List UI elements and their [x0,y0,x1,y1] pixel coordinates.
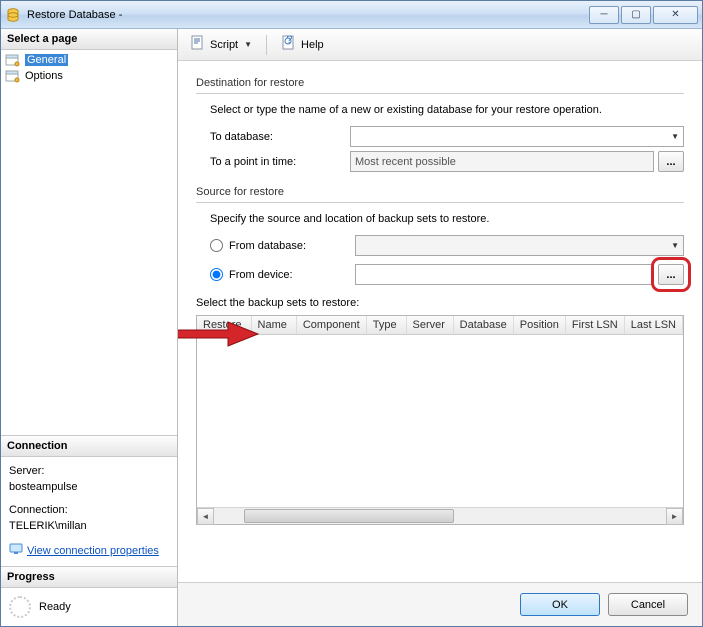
chevron-down-icon: ▼ [671,241,679,250]
maximize-button[interactable]: ▢ [621,6,651,24]
from-database-label: From database: [229,240,355,252]
divider [196,93,684,94]
col-database[interactable]: Database [454,316,514,334]
progress-status: Ready [39,601,71,613]
cancel-button[interactable]: Cancel [608,593,688,616]
sidebar-item-options[interactable]: Options [3,68,175,84]
scroll-thumb[interactable] [244,509,454,523]
help-label: Help [301,39,324,51]
toolbar-separator [266,35,267,55]
app-icon [5,7,21,23]
destination-instruction: Select or type the name of a new or exis… [210,104,684,116]
help-button[interactable]: ? Help [277,33,328,56]
select-page-header: Select a page [1,29,177,50]
chevron-down-icon: ▼ [244,40,252,49]
dialog-window: Restore Database - ─ ▢ ✕ Select a page G… [0,0,703,627]
grid-body [197,335,683,507]
divider [196,202,684,203]
connection-header: Connection [1,436,177,457]
page-list: General Options [1,50,177,435]
help-icon: ? [281,35,297,54]
backup-sets-label: Select the backup sets to restore: [196,297,684,309]
script-icon [190,35,206,54]
from-device-label: From device: [229,269,355,281]
scroll-left-icon[interactable]: ◄ [197,508,214,525]
from-device-radio[interactable] [210,268,223,281]
source-instruction: Specify the source and location of backu… [210,213,684,225]
monitor-icon [9,543,23,561]
page-icon [5,53,21,67]
progress-header: Progress [1,567,177,588]
grid-header: Restore Name Component Type Server Datab… [197,316,683,335]
progress-spinner-icon [9,596,31,618]
col-type[interactable]: Type [367,316,407,334]
from-database-combo: ▼ [355,235,684,256]
sidebar: Select a page General Options Connection… [1,29,178,626]
server-value: bosteampulse [9,479,169,496]
connection-label: Connection: [9,502,169,519]
from-database-radio[interactable] [210,239,223,252]
minimize-button[interactable]: ─ [589,6,619,24]
col-component[interactable]: Component [297,316,367,334]
to-point-value: Most recent possible [355,156,456,168]
dialog-buttons: OK Cancel [178,582,702,626]
link-label: View connection properties [27,543,159,560]
horizontal-scrollbar[interactable]: ◄ ► [197,507,683,524]
server-label: Server: [9,463,169,480]
content-area: Destination for restore Select or type t… [178,61,702,582]
to-point-label: To a point in time: [210,156,350,168]
connection-value: TELERIK\millan [9,518,169,535]
from-device-textbox[interactable] [355,264,654,285]
to-database-label: To database: [210,131,350,143]
col-position[interactable]: Position [514,316,566,334]
from-device-browse-button[interactable]: ... [658,264,684,285]
to-point-textbox: Most recent possible [350,151,654,172]
sidebar-item-label: General [25,54,68,66]
script-label: Script [210,39,238,51]
col-last-lsn[interactable]: Last LSN [625,316,683,334]
backup-sets-grid[interactable]: Restore Name Component Type Server Datab… [196,315,684,525]
window-title: Restore Database - [27,9,589,21]
col-name[interactable]: Name [252,316,297,334]
col-first-lsn[interactable]: First LSN [566,316,625,334]
toolbar: Script ▼ ? Help [178,29,702,61]
main-panel: Script ▼ ? Help Destination for restore … [178,29,702,626]
script-button[interactable]: Script ▼ [186,33,256,56]
svg-text:?: ? [286,35,292,46]
ok-button[interactable]: OK [520,593,600,616]
scroll-right-icon[interactable]: ► [666,508,683,525]
close-button[interactable]: ✕ [653,6,698,24]
source-group-title: Source for restore [196,186,684,198]
to-database-combo[interactable]: ▼ [350,126,684,147]
destination-group-title: Destination for restore [196,77,684,89]
titlebar[interactable]: Restore Database - ─ ▢ ✕ [1,1,702,29]
col-server[interactable]: Server [407,316,454,334]
sidebar-item-label: Options [25,70,63,82]
page-icon [5,69,21,83]
sidebar-item-general[interactable]: General [3,52,175,68]
to-point-browse-button[interactable]: ... [658,151,684,172]
view-connection-properties-link[interactable]: View connection properties [9,543,159,561]
chevron-down-icon: ▼ [671,132,679,141]
col-restore[interactable]: Restore [197,316,252,334]
